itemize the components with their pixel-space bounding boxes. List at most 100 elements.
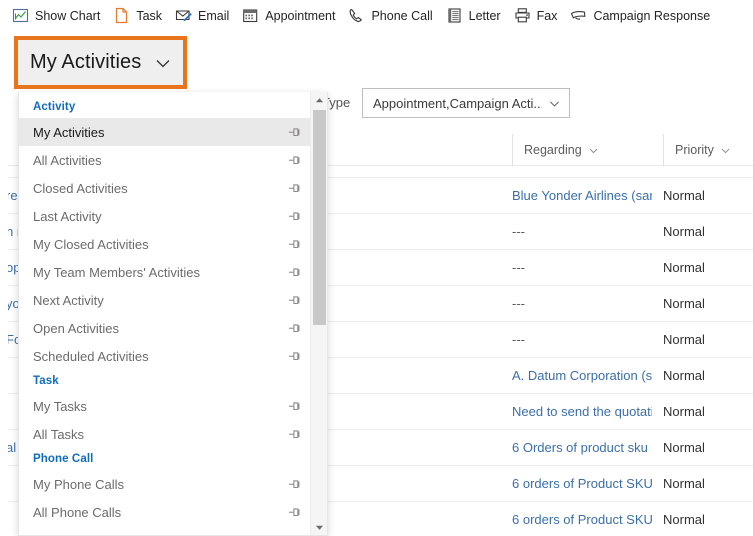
- command-label: Email: [198, 8, 230, 23]
- cell-priority: Normal: [663, 224, 705, 239]
- view-selector-flyout: Activity My Activities All Activities Close…: [18, 92, 328, 536]
- cell-regarding: ---: [512, 260, 525, 275]
- cell-regarding[interactable]: 6 orders of Product SKU .: [512, 512, 652, 527]
- cell-priority: Normal: [663, 296, 705, 311]
- pin-icon[interactable]: [285, 348, 301, 364]
- view-item-label: All Phone Calls: [33, 504, 122, 520]
- view-item-label: My Phone Calls: [33, 476, 125, 492]
- view-group-header: Task: [33, 375, 59, 387]
- view-item-my-activities[interactable]: My Activities: [19, 118, 311, 146]
- view-group-header: Phone Call: [33, 453, 94, 465]
- scroll-down-arrow-icon[interactable]: [311, 519, 327, 535]
- grid-left-gutter: [0, 31, 8, 536]
- view-group-header: Activity: [33, 101, 76, 113]
- scroll-up-arrow-icon[interactable]: [311, 92, 327, 109]
- type-filter-select[interactable]: Appointment,Campaign Acti...: [362, 88, 570, 118]
- command-label: Fax: [536, 8, 558, 23]
- view-item-all-activities[interactable]: All Activities: [19, 146, 311, 174]
- chevron-down-icon: [720, 145, 731, 156]
- pin-icon[interactable]: [285, 476, 301, 492]
- command-letter[interactable]: Letter: [442, 1, 510, 31]
- column-header-priority[interactable]: Priority: [663, 134, 731, 166]
- type-filter-value: Appointment,Campaign Acti...: [373, 95, 542, 111]
- cell-priority: Normal: [663, 332, 705, 347]
- column-header-regarding[interactable]: Regarding: [512, 134, 599, 166]
- command-label: Phone Call: [371, 8, 433, 23]
- campaign-response-icon: [570, 7, 587, 24]
- cell-regarding[interactable]: Need to send the quotati: [512, 404, 652, 419]
- view-item-all-phone-calls[interactable]: All Phone Calls: [19, 498, 311, 526]
- view-item-label: Last Activity: [33, 208, 102, 224]
- chevron-down-icon: [548, 97, 561, 110]
- view-item-label: All Tasks: [33, 426, 85, 442]
- pin-icon[interactable]: [285, 504, 301, 520]
- cell-regarding[interactable]: Blue Yonder Airlines (sam: [512, 188, 652, 203]
- view-item-label: Closed Activities: [33, 180, 128, 196]
- pin-icon[interactable]: [285, 426, 301, 442]
- command-fax[interactable]: Fax: [510, 1, 567, 31]
- task-icon: [113, 7, 130, 24]
- column-header-label: Regarding: [524, 143, 582, 157]
- chart-icon: [12, 7, 29, 24]
- scrollbar-thumb[interactable]: [313, 110, 326, 325]
- cell-priority: Normal: [663, 188, 705, 203]
- cell-priority: Normal: [663, 260, 705, 275]
- view-item-label: My Activities: [33, 124, 105, 140]
- cell-priority: Normal: [663, 440, 705, 455]
- cell-regarding: ---: [512, 224, 525, 239]
- view-item-open-activities[interactable]: Open Activities: [19, 314, 311, 342]
- command-phone-call[interactable]: Phone Call: [344, 1, 441, 31]
- command-label: Campaign Response: [593, 8, 711, 23]
- cell-regarding[interactable]: 6 orders of Product SKU .: [512, 476, 652, 491]
- pin-icon[interactable]: [285, 320, 301, 336]
- cell-priority: Normal: [663, 476, 705, 491]
- view-item-all-tasks[interactable]: All Tasks: [19, 420, 311, 448]
- view-item-closed-activities[interactable]: Closed Activities: [19, 174, 311, 202]
- command-label: Task: [136, 8, 163, 23]
- command-task[interactable]: Task: [109, 1, 171, 31]
- view-item-my-closed-activities[interactable]: My Closed Activities: [19, 230, 311, 258]
- view-item-label: My Team Members' Activities: [33, 264, 200, 280]
- view-item-label: Open Activities: [33, 320, 119, 336]
- column-header-label: Priority: [675, 143, 714, 157]
- pin-icon[interactable]: [285, 152, 301, 168]
- view-list: Activity My Activities All Activities Close…: [19, 92, 311, 535]
- view-item-my-tasks[interactable]: My Tasks: [19, 392, 311, 420]
- command-show-chart[interactable]: Show Chart: [8, 1, 109, 31]
- cell-regarding: ---: [512, 296, 525, 311]
- cell-regarding[interactable]: A. Datum Corporation (sa: [512, 368, 652, 383]
- pin-icon[interactable]: [285, 208, 301, 224]
- command-label: Letter: [468, 8, 501, 23]
- app-root: Show Chart Task Email Appointment Phone Call…: [0, 0, 753, 536]
- email-icon: [175, 7, 192, 24]
- view-item-my-phone-calls[interactable]: My Phone Calls: [19, 470, 311, 498]
- view-item-label: Scheduled Activities: [33, 348, 149, 364]
- pin-icon[interactable]: [285, 124, 301, 140]
- appointment-icon: [242, 7, 259, 24]
- pin-icon[interactable]: [285, 398, 301, 414]
- view-item-label: My Tasks: [33, 398, 87, 414]
- command-label: Show Chart: [35, 8, 101, 23]
- fax-icon: [514, 7, 531, 24]
- view-item-label: All Activities: [33, 152, 102, 168]
- command-campaign-response[interactable]: Campaign Response: [566, 1, 719, 31]
- cell-regarding[interactable]: 6 Orders of product sku J: [512, 440, 652, 455]
- pin-icon[interactable]: [285, 292, 301, 308]
- chevron-down-icon: [153, 53, 173, 73]
- command-email[interactable]: Email: [171, 1, 238, 31]
- command-appointment[interactable]: Appointment: [238, 1, 344, 31]
- view-selector-button[interactable]: My Activities: [14, 36, 187, 89]
- view-item-label: My Closed Activities: [33, 236, 149, 252]
- view-item-last-activity[interactable]: Last Activity: [19, 202, 311, 230]
- chevron-down-icon: [588, 145, 599, 156]
- pin-icon[interactable]: [285, 236, 301, 252]
- view-item-scheduled-activities[interactable]: Scheduled Activities: [19, 342, 311, 370]
- cell-priority: Normal: [663, 368, 705, 383]
- view-item-my-team-members-activities[interactable]: My Team Members' Activities: [19, 258, 311, 286]
- view-item-next-activity[interactable]: Next Activity: [19, 286, 311, 314]
- flyout-scrollbar[interactable]: [310, 92, 327, 535]
- phone-icon: [348, 7, 365, 24]
- pin-icon[interactable]: [285, 180, 301, 196]
- pin-icon[interactable]: [285, 264, 301, 280]
- cell-priority: Normal: [663, 404, 705, 419]
